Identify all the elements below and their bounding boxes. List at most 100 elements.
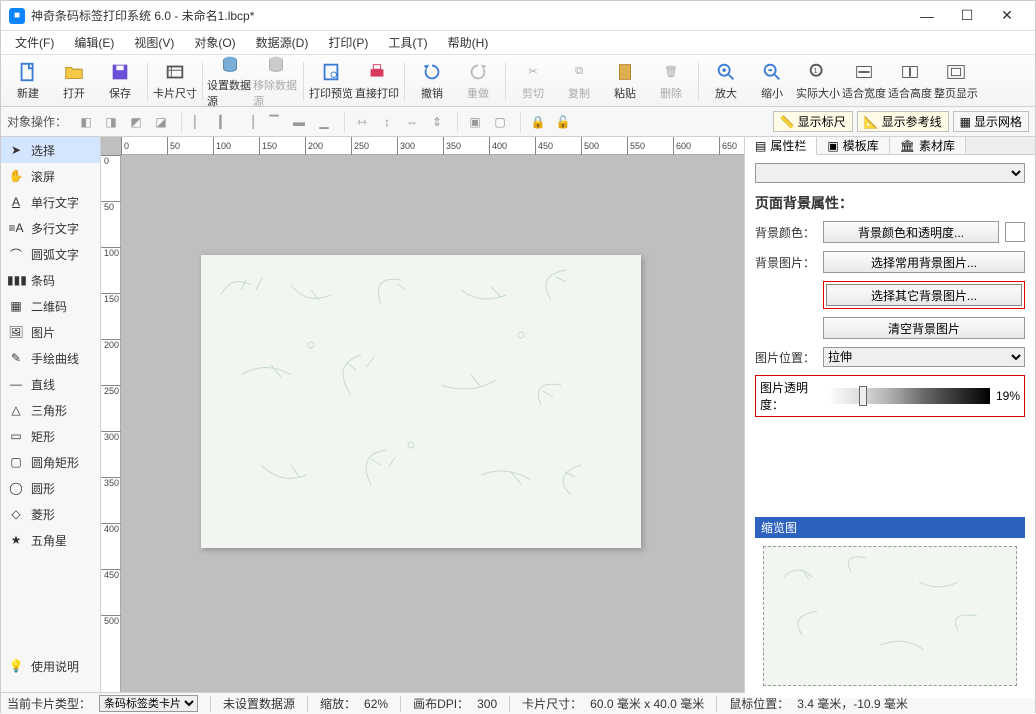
- object-selector[interactable]: [755, 163, 1025, 183]
- tab-properties[interactable]: ▤属性栏: [745, 137, 817, 155]
- tool-barcode[interactable]: ▮▮▮条码: [1, 267, 100, 293]
- align-mid-icon[interactable]: ▬: [288, 111, 310, 133]
- guide-icon: 📐: [864, 115, 879, 129]
- fitheight-icon: [899, 61, 921, 83]
- actual-size-button[interactable]: 1实际大小: [795, 57, 841, 105]
- unlock-icon[interactable]: 🔓: [552, 111, 574, 133]
- tool-multitext[interactable]: ≡A多行文字: [1, 215, 100, 241]
- menu-file[interactable]: 文件(F): [7, 32, 62, 53]
- ruler-vertical: 050100150200250300350400450500: [101, 155, 121, 692]
- show-guide-toggle[interactable]: 📐显示参考线: [857, 111, 949, 132]
- slider-thumb[interactable]: [859, 386, 867, 406]
- bgcolor-button[interactable]: 背景颜色和透明度...: [823, 221, 999, 243]
- ungroup-icon[interactable]: ▢: [489, 111, 511, 133]
- print-preview-button[interactable]: 打印预览: [308, 57, 354, 105]
- layer-back-icon[interactable]: ◨: [100, 111, 122, 133]
- undo-button[interactable]: 撤销: [409, 57, 455, 105]
- lock-icon[interactable]: 🔒: [527, 111, 549, 133]
- pencil-icon: ✎: [7, 351, 25, 365]
- grid-icon: ▦: [960, 115, 971, 129]
- menu-tools[interactable]: 工具(T): [380, 32, 435, 53]
- tpl-icon: ▣: [827, 139, 838, 153]
- tool-image[interactable]: 🖼图片: [1, 319, 100, 345]
- tool-select[interactable]: ➤选择: [1, 137, 100, 163]
- layer-up-icon[interactable]: ◩: [125, 111, 147, 133]
- zoom-value: 62%: [364, 697, 388, 711]
- close-button[interactable]: ✕: [987, 1, 1027, 31]
- fit-height-button[interactable]: 适合高度: [887, 57, 933, 105]
- canvas-viewport[interactable]: [121, 155, 744, 692]
- align-top-icon[interactable]: ▔: [263, 111, 285, 133]
- align-right-icon[interactable]: ▕: [238, 111, 260, 133]
- svg-text:1: 1: [813, 65, 817, 74]
- help-button[interactable]: 💡使用说明: [1, 653, 100, 679]
- diamond-icon: ◇: [7, 507, 25, 521]
- paste-button[interactable]: 粘贴: [602, 57, 648, 105]
- tool-circle[interactable]: ◯圆形: [1, 475, 100, 501]
- tool-rect[interactable]: ▭矩形: [1, 423, 100, 449]
- choose-other-bg-button[interactable]: 选择其它背景图片...: [826, 284, 1022, 306]
- fitpage-icon: [945, 61, 967, 83]
- menu-help[interactable]: 帮助(H): [440, 32, 497, 53]
- tool-star[interactable]: ★五角星: [1, 527, 100, 553]
- maximize-button[interactable]: ☐: [947, 1, 987, 31]
- bgcolor-swatch[interactable]: [1005, 222, 1025, 242]
- zoomout-button[interactable]: 缩小: [749, 57, 795, 105]
- card-type-select[interactable]: 条码标签类卡片: [99, 695, 198, 712]
- bgimg-label: 背景图片：: [755, 254, 817, 271]
- menu-datasource[interactable]: 数据源(D): [248, 32, 317, 53]
- props-icon: ▤: [755, 139, 766, 153]
- tool-arctext[interactable]: ⌒圆弧文字: [1, 241, 100, 267]
- group-icon[interactable]: ▣: [464, 111, 486, 133]
- align-center-icon[interactable]: ▎: [213, 111, 235, 133]
- tool-pan[interactable]: ✋滚屏: [1, 163, 100, 189]
- menu-print[interactable]: 打印(P): [320, 32, 376, 53]
- minimize-button[interactable]: —: [907, 1, 947, 31]
- zoomin-button[interactable]: 放大: [703, 57, 749, 105]
- clear-bg-button[interactable]: 清空背景图片: [823, 317, 1025, 339]
- direct-print-button[interactable]: 直接打印: [354, 57, 400, 105]
- new-button[interactable]: 新建: [5, 57, 51, 105]
- tool-roundrect[interactable]: ▢圆角矩形: [1, 449, 100, 475]
- tab-assets[interactable]: 🏛素材库: [890, 137, 966, 154]
- window-title: 神奇条码标签打印系统 6.0 - 未命名1.lbcp*: [31, 7, 907, 24]
- cut-button: ✂剪切: [510, 57, 556, 105]
- dist-h-icon[interactable]: ⇿: [351, 111, 373, 133]
- arctext-icon: ⌒: [7, 246, 25, 263]
- tool-text[interactable]: A单行文字: [1, 189, 100, 215]
- same-w-icon[interactable]: ⇔: [401, 111, 423, 133]
- same-h-icon[interactable]: ⇕: [426, 111, 448, 133]
- save-button[interactable]: 保存: [97, 57, 143, 105]
- show-ruler-toggle[interactable]: 📏显示标尺: [773, 111, 853, 132]
- label-page[interactable]: [201, 255, 641, 548]
- barcode-icon: ▮▮▮: [7, 273, 25, 287]
- menu-object[interactable]: 对象(O): [186, 32, 243, 53]
- cardsize-button[interactable]: 卡片尺寸: [152, 57, 198, 105]
- tool-qrcode[interactable]: ▦二维码: [1, 293, 100, 319]
- tool-freehand[interactable]: ✎手绘曲线: [1, 345, 100, 371]
- align-bot-icon[interactable]: ▁: [313, 111, 335, 133]
- tool-triangle[interactable]: △三角形: [1, 397, 100, 423]
- tab-templates[interactable]: ▣模板库: [817, 137, 889, 154]
- menu-edit[interactable]: 编辑(E): [66, 32, 122, 53]
- menu-view[interactable]: 视图(V): [126, 32, 182, 53]
- canvas-area[interactable]: 050100150200250300350400450500550600650 …: [101, 137, 744, 692]
- open-button[interactable]: 打开: [51, 57, 97, 105]
- right-panel: ▤属性栏 ▣模板库 🏛素材库 页面背景属性： 背景颜色： 背景颜色和透明度...…: [744, 137, 1035, 692]
- main-area: ➤选择 ✋滚屏 A单行文字 ≡A多行文字 ⌒圆弧文字 ▮▮▮条码 ▦二维码 🖼图…: [1, 137, 1035, 692]
- set-datasource-button[interactable]: 设置数据源: [207, 57, 253, 105]
- fit-page-button[interactable]: 整页显示: [933, 57, 979, 105]
- imgpos-select[interactable]: 拉伸: [823, 347, 1025, 367]
- zoom-label: 缩放：: [320, 695, 356, 712]
- layer-down-icon[interactable]: ◪: [150, 111, 172, 133]
- show-grid-toggle[interactable]: ▦显示网格: [953, 111, 1029, 132]
- choose-common-bg-button[interactable]: 选择常用背景图片...: [823, 251, 1025, 273]
- layer-front-icon[interactable]: ◧: [75, 111, 97, 133]
- zoomout-icon: [761, 61, 783, 83]
- dist-v-icon[interactable]: ↕: [376, 111, 398, 133]
- align-left-icon[interactable]: ▏: [188, 111, 210, 133]
- fit-width-button[interactable]: 适合宽度: [841, 57, 887, 105]
- tool-line[interactable]: —直线: [1, 371, 100, 397]
- opacity-slider[interactable]: [828, 388, 990, 404]
- tool-diamond[interactable]: ◇菱形: [1, 501, 100, 527]
